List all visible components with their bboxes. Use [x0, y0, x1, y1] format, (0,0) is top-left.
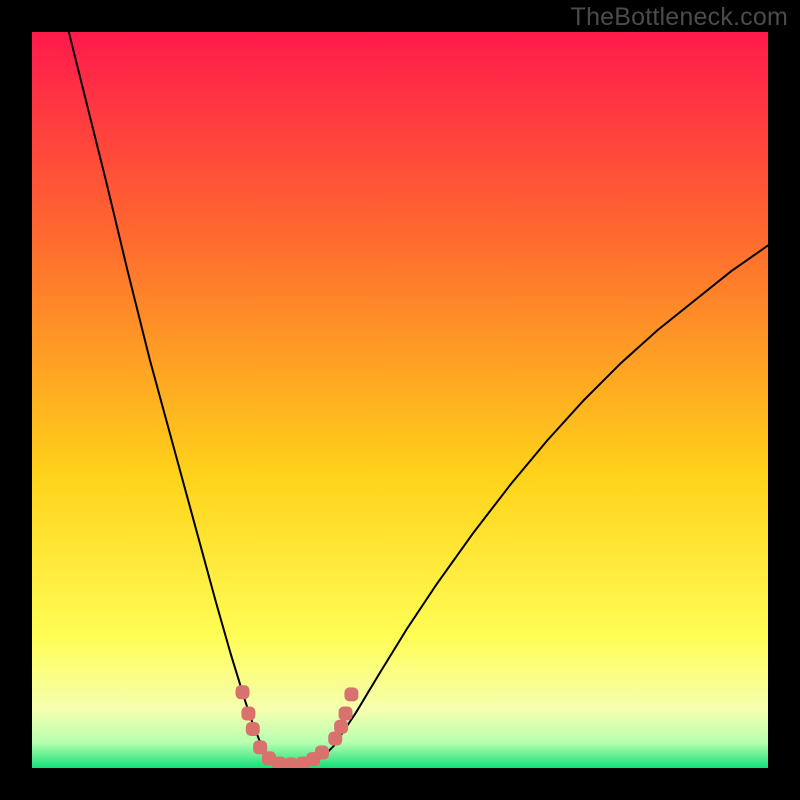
curve-marker	[334, 720, 348, 734]
curve-marker	[236, 685, 250, 699]
plot-area	[32, 32, 768, 768]
curve-marker	[241, 707, 255, 721]
curve-marker	[315, 746, 329, 760]
curve-marker	[344, 687, 358, 701]
gradient-background	[32, 32, 768, 768]
curve-marker	[339, 707, 353, 721]
chart-svg	[32, 32, 768, 768]
chart-container: TheBottleneck.com	[0, 0, 800, 800]
watermark-text: TheBottleneck.com	[571, 3, 788, 32]
curve-marker	[246, 722, 260, 736]
